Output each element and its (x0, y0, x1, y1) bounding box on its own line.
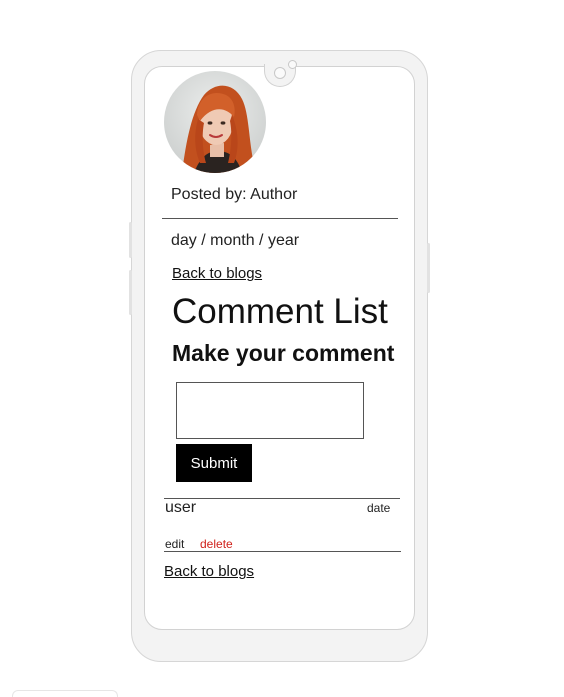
comment-divider (164, 551, 401, 552)
phone-side-button (129, 222, 132, 258)
page-corner-element (12, 690, 118, 697)
back-to-blogs-link[interactable]: Back to blogs (172, 265, 262, 282)
camera-icon (274, 67, 286, 79)
comment-textarea[interactable] (176, 382, 364, 439)
comment-date: date (367, 501, 391, 515)
edit-comment-link[interactable]: edit (165, 537, 184, 551)
phone-side-button (129, 270, 132, 315)
comment-user: user (165, 499, 197, 516)
submit-button[interactable]: Submit (176, 444, 252, 482)
author-avatar (164, 71, 266, 173)
comment-divider (164, 498, 400, 499)
post-date: day / month / year (171, 232, 300, 249)
camera-icon (288, 60, 297, 69)
posted-by: Posted by: Author (171, 186, 298, 203)
divider (162, 218, 398, 219)
make-comment-heading: Make your comment (172, 340, 395, 366)
back-to-blogs-link[interactable]: Back to blogs (164, 563, 254, 580)
phone-power-button (427, 243, 430, 293)
delete-comment-link[interactable]: delete (200, 537, 233, 551)
comment-list-title: Comment List (172, 292, 388, 331)
